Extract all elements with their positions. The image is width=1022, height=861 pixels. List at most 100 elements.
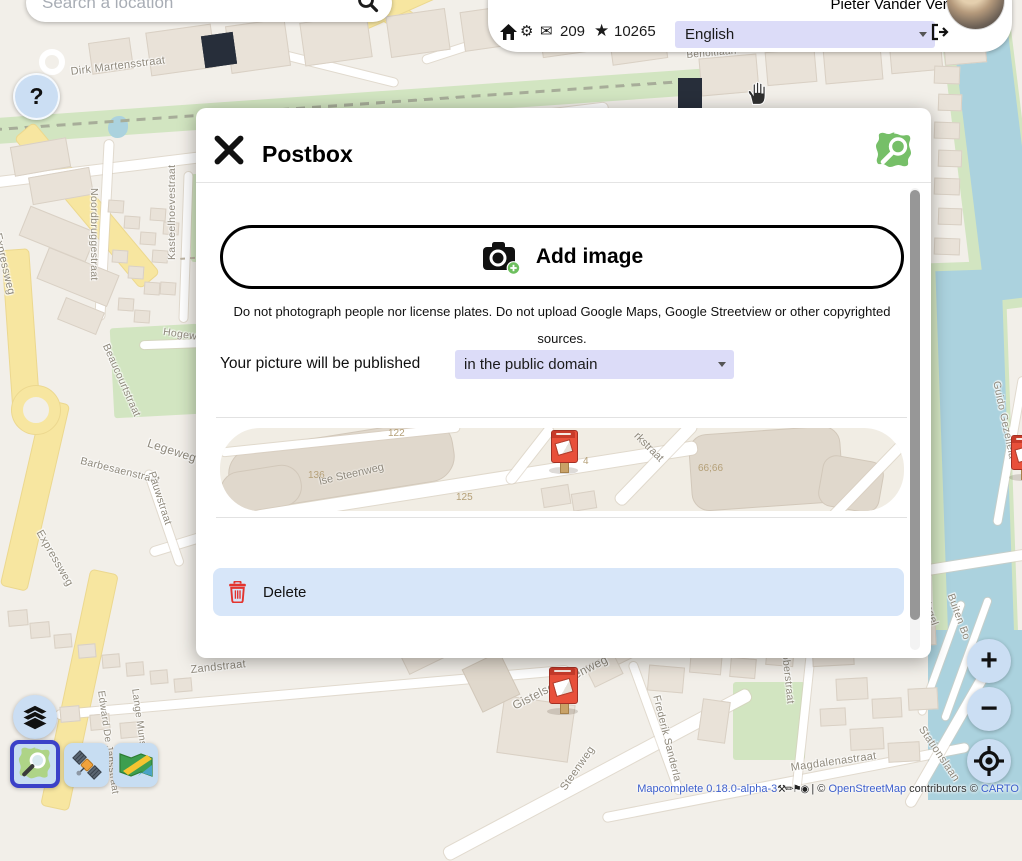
satellite-icon: [70, 748, 104, 782]
street-label: Kasteelhoevestraat: [166, 165, 178, 260]
section-divider: [216, 417, 907, 418]
search-bar[interactable]: [26, 0, 392, 22]
osm-carto-style-icon: [18, 747, 52, 781]
map-decor: [53, 633, 72, 649]
map-decor: [820, 707, 847, 726]
geolocate-crosshair-icon: [973, 745, 1005, 777]
help-label: ?: [29, 83, 43, 110]
language-select[interactable]: English: [675, 21, 935, 48]
map-decor: [934, 122, 961, 140]
messages-icon[interactable]: ✉: [540, 24, 553, 39]
geolocate-button[interactable]: [967, 739, 1011, 783]
mapcomplete-version-link[interactable]: Mapcomplete 0.18.0-alpha-3: [637, 783, 777, 795]
map-decor: [613, 428, 698, 507]
map-decor: [173, 677, 192, 693]
trash-icon: [228, 581, 247, 603]
map-decor: [134, 309, 151, 323]
pb-slot: [1016, 438, 1022, 440]
street-label: Noordbruggestraat: [88, 188, 100, 281]
map-decor: [150, 207, 167, 221]
map-decor: [124, 215, 141, 229]
chevron-down-icon: [919, 32, 927, 37]
pb-slot: [554, 670, 571, 672]
delete-button[interactable]: Delete: [213, 568, 904, 616]
map-decor: [144, 281, 161, 295]
layers-button[interactable]: [13, 695, 57, 739]
section-divider: [216, 517, 907, 518]
minimap-label: 122: [388, 428, 405, 439]
map-decor: [541, 484, 572, 508]
logout-icon[interactable]: [931, 23, 949, 41]
popup-scrollbar-thumb[interactable]: [910, 190, 920, 620]
osm-community-logo-icon: [875, 132, 913, 170]
add-image-button[interactable]: Add image: [220, 225, 904, 289]
map-decor: [29, 621, 50, 639]
minimap-postbox-marker: [550, 430, 577, 474]
attribution-stats-icons: ⚒✏⚑◉: [777, 784, 808, 795]
search-input[interactable]: [26, 0, 356, 13]
feature-minimap[interactable]: 122136125466;66lse Steenwegrkstraat: [220, 428, 904, 511]
map-decor: [149, 669, 168, 685]
map-decor: [125, 661, 144, 677]
basemap-style-map-button[interactable]: [113, 743, 158, 787]
map-decor: [39, 49, 65, 75]
search-icon[interactable]: [356, 0, 380, 15]
map-decor: [697, 698, 731, 743]
carto-link[interactable]: CARTO: [981, 783, 1019, 795]
layers-icon: [21, 704, 49, 731]
map-decor: [140, 231, 157, 245]
map-decor: [7, 609, 28, 627]
help-button[interactable]: ?: [13, 73, 60, 120]
gear-icon[interactable]: ⚙: [520, 24, 533, 39]
map-decor: [849, 727, 884, 751]
map-decor: [835, 677, 868, 701]
zoom-out-label: −: [980, 694, 998, 724]
zoom-in-label: +: [980, 646, 998, 676]
zoom-out-button[interactable]: −: [967, 687, 1011, 731]
messages-count: 209: [560, 24, 585, 39]
map-decor: [935, 269, 1014, 651]
avatar[interactable]: [947, 0, 1004, 29]
openstreetmap-link[interactable]: OpenStreetMap: [828, 783, 906, 795]
postbox-marker-edge[interactable]: [1010, 435, 1022, 481]
basemap-style-osm-button[interactable]: [10, 740, 60, 788]
attribution-separator: |: [811, 783, 814, 795]
map-decor: [385, 8, 450, 58]
copyright-symbol: ©: [817, 783, 825, 795]
map-decor: [907, 687, 938, 711]
map-decor: [729, 657, 757, 679]
minimap-label: 4: [583, 456, 589, 467]
map-decor: [765, 48, 818, 86]
map-decor: [647, 664, 685, 693]
hand-cursor-icon: [744, 80, 770, 107]
map-decor: [112, 249, 129, 263]
copyright-symbol: ©: [970, 783, 978, 795]
minimap-label: 125: [456, 492, 473, 503]
map-decor: [118, 297, 135, 311]
close-icon[interactable]: [214, 135, 244, 165]
mapcomplete-app: { "search": { "placeholder": "Search a l…: [0, 0, 1022, 796]
map-decor: [201, 32, 237, 68]
map-decor: [887, 741, 920, 763]
postbox-marker[interactable]: [548, 667, 577, 715]
user-panel: Pieter Vander Vennet ⚙ ✉ 209 ★ 10265 Eng…: [488, 0, 1012, 52]
folded-map-icon: [118, 750, 154, 780]
zoom-in-button[interactable]: +: [967, 639, 1011, 683]
map-decor: [934, 238, 961, 256]
map-decor: [871, 697, 902, 719]
star-icon[interactable]: ★: [594, 22, 609, 39]
language-selected-value: English: [685, 26, 734, 43]
delete-label: Delete: [263, 584, 306, 601]
add-image-label: Add image: [536, 245, 643, 269]
license-selected-value: in the public domain: [464, 356, 597, 373]
license-select[interactable]: in the public domain: [455, 350, 734, 379]
map-decor: [938, 94, 963, 112]
home-icon[interactable]: [500, 24, 517, 41]
basemap-style-satellite-button[interactable]: [64, 743, 109, 787]
map-decor: [160, 281, 177, 295]
map-decor: [128, 265, 145, 279]
camera-plus-icon: [481, 239, 521, 275]
map-decor: [77, 643, 96, 659]
pb-slot: [556, 433, 571, 435]
map-decor: [934, 178, 961, 196]
